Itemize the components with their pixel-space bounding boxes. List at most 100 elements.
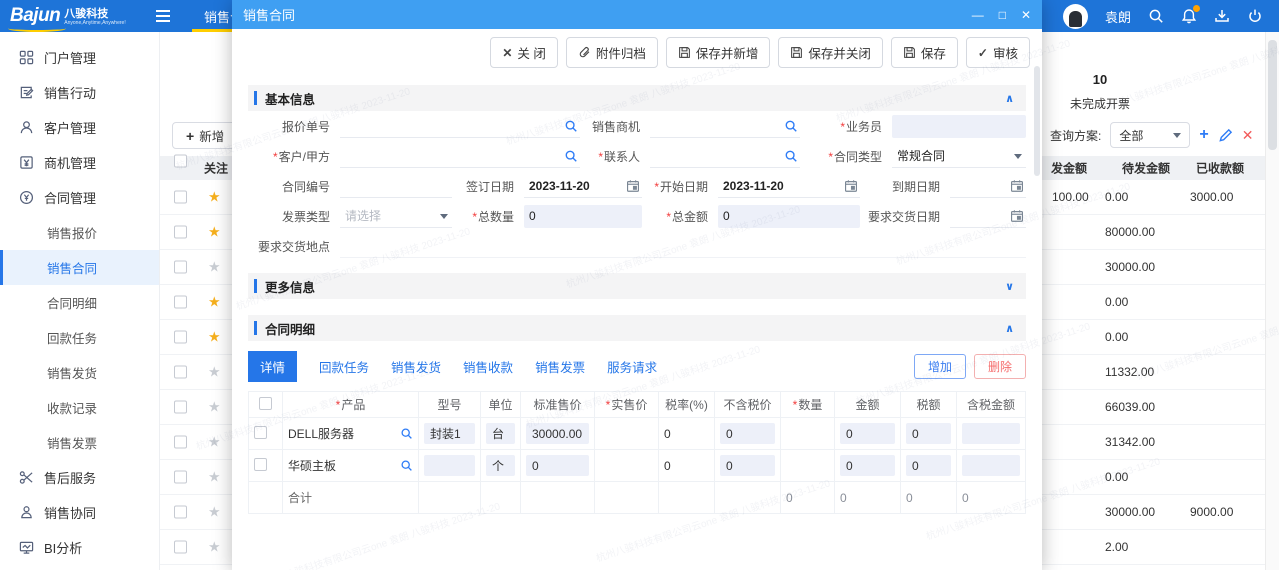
star-icon[interactable]: ★: [208, 364, 221, 381]
section-more-info[interactable]: 更多信息 ∨: [248, 273, 1026, 299]
star-icon[interactable]: ★: [208, 539, 221, 556]
contract-no-field[interactable]: [340, 175, 452, 198]
minimize-icon[interactable]: —: [972, 8, 984, 22]
contract-type-select[interactable]: 常规合同: [892, 145, 1026, 168]
salesman-field[interactable]: [892, 115, 1026, 138]
add-new-button[interactable]: + 新增: [172, 122, 238, 149]
save-button[interactable]: 保存: [891, 37, 958, 68]
star-icon[interactable]: ★: [208, 329, 221, 346]
sidebar-item-portal[interactable]: 门户管理: [0, 40, 159, 75]
calendar-icon[interactable]: [1010, 209, 1024, 223]
detail-row[interactable]: 华硕主板 个 0 0 0 0 0: [249, 450, 1026, 482]
delivery-date-field[interactable]: [950, 205, 1026, 228]
sidebar-item-payment-task[interactable]: 回款任务: [0, 320, 159, 355]
total-amount-field[interactable]: 0: [718, 205, 860, 228]
sidebar-item-bi[interactable]: BI分析: [0, 530, 159, 565]
save-and-new-button[interactable]: 保存并新增: [666, 37, 771, 68]
tax-rate-input[interactable]: 0: [659, 418, 715, 450]
add-plan-icon[interactable]: +: [1199, 128, 1208, 142]
star-icon[interactable]: ★: [208, 259, 221, 276]
detail-row[interactable]: DELL服务器 封装1 台 30000.00 0 0 0 0: [249, 418, 1026, 450]
star-icon[interactable]: ★: [208, 469, 221, 486]
row-checkbox[interactable]: [174, 261, 187, 274]
close-button[interactable]: ✕ 关 闭: [490, 37, 558, 68]
sidebar-item-contract-detail[interactable]: 合同明细: [0, 285, 159, 320]
bell-icon[interactable]: [1181, 8, 1197, 24]
tab-service-request[interactable]: 服务请求: [607, 357, 657, 376]
tab-payment-task[interactable]: 回款任务: [319, 357, 369, 376]
star-icon[interactable]: ★: [208, 224, 221, 241]
with-tax-input[interactable]: [962, 423, 1020, 444]
total-qty-field[interactable]: 0: [524, 205, 642, 228]
amount-input[interactable]: 0: [840, 423, 895, 444]
search-icon[interactable]: [1148, 8, 1164, 24]
star-icon[interactable]: ★: [208, 294, 221, 311]
query-plan-select[interactable]: 全部: [1110, 122, 1190, 148]
search-icon[interactable]: [564, 149, 578, 163]
modal-scrollbar-thumb[interactable]: [1034, 66, 1040, 176]
opportunity-field[interactable]: [650, 115, 800, 138]
with-tax-input[interactable]: [962, 455, 1020, 476]
chevron-up-icon[interactable]: ∧: [1005, 322, 1014, 335]
sidebar-item-opportunities[interactable]: 商机管理: [0, 145, 159, 180]
sidebar-item-sales-action[interactable]: 销售行动: [0, 75, 159, 110]
row-checkbox[interactable]: [174, 226, 187, 239]
row-checkbox[interactable]: [174, 541, 187, 554]
no-tax-price-input[interactable]: 0: [720, 423, 775, 444]
no-tax-price-input[interactable]: 0: [720, 455, 775, 476]
save-and-close-button[interactable]: 保存并关闭: [778, 37, 883, 68]
tab-sales-receipt[interactable]: 销售收款: [463, 357, 513, 376]
row-checkbox[interactable]: [174, 331, 187, 344]
delivery-place-field[interactable]: [340, 235, 1026, 258]
row-checkbox[interactable]: [174, 506, 187, 519]
sidebar-item-sales-collab[interactable]: 销售协同: [0, 495, 159, 530]
row-checkbox[interactable]: [174, 296, 187, 309]
search-icon[interactable]: [400, 459, 413, 472]
tax-rate-input[interactable]: 0: [659, 450, 715, 482]
model-input[interactable]: 封装1: [424, 423, 475, 444]
row-checkbox[interactable]: [254, 458, 267, 471]
sidebar-item-receipt-record[interactable]: 收款记录: [0, 390, 159, 425]
row-checkbox[interactable]: [174, 436, 187, 449]
tax-input[interactable]: 0: [906, 455, 951, 476]
delete-row-button[interactable]: 删除: [974, 354, 1026, 379]
star-icon[interactable]: ★: [208, 434, 221, 451]
edit-plan-icon[interactable]: [1218, 128, 1233, 143]
audit-button[interactable]: ✓ 审核: [966, 37, 1030, 68]
delete-plan-icon[interactable]: ✕: [1242, 127, 1254, 144]
select-all-checkbox[interactable]: [174, 155, 187, 168]
expire-date-field[interactable]: [950, 175, 1026, 198]
sidebar-item-partial[interactable]: [0, 565, 159, 570]
sidebar-item-after-sales[interactable]: 售后服务: [0, 460, 159, 495]
row-checkbox[interactable]: [174, 366, 187, 379]
sidebar-item-customers[interactable]: 客户管理: [0, 110, 159, 145]
tab-sales-delivery[interactable]: 销售发货: [391, 357, 441, 376]
tab-sales-invoice[interactable]: 销售发票: [535, 357, 585, 376]
sidebar-item-sales-contract[interactable]: 销售合同: [0, 250, 159, 285]
section-contract-detail[interactable]: 合同明细 ∧: [248, 315, 1026, 341]
unit-input[interactable]: 个: [486, 455, 515, 476]
star-icon[interactable]: ★: [208, 399, 221, 416]
sidebar-item-sales-delivery[interactable]: 销售发货: [0, 355, 159, 390]
maximize-icon[interactable]: □: [999, 8, 1006, 22]
amount-input[interactable]: 0: [840, 455, 895, 476]
star-icon[interactable]: ★: [208, 504, 221, 521]
sidebar-item-sales-quote[interactable]: 销售报价: [0, 215, 159, 250]
hamburger-menu-icon[interactable]: [148, 9, 178, 23]
user-avatar[interactable]: [1063, 4, 1088, 29]
row-checkbox[interactable]: [174, 191, 187, 204]
tax-input[interactable]: 0: [906, 423, 951, 444]
search-icon[interactable]: [400, 427, 413, 440]
archive-attachment-button[interactable]: 附件归档: [566, 37, 658, 68]
close-icon[interactable]: ✕: [1021, 8, 1031, 22]
search-icon[interactable]: [784, 149, 798, 163]
sale-price-input[interactable]: [595, 418, 659, 450]
section-basic-info[interactable]: 基本信息 ∧: [248, 85, 1026, 111]
row-checkbox[interactable]: [174, 401, 187, 414]
sale-price-input[interactable]: [595, 450, 659, 482]
search-icon[interactable]: [564, 119, 578, 133]
chevron-down-icon[interactable]: ∨: [1005, 280, 1014, 293]
start-date-field[interactable]: 2023-11-20: [718, 175, 860, 198]
sign-date-field[interactable]: 2023-11-20: [524, 175, 642, 198]
download-icon[interactable]: [1214, 8, 1230, 24]
